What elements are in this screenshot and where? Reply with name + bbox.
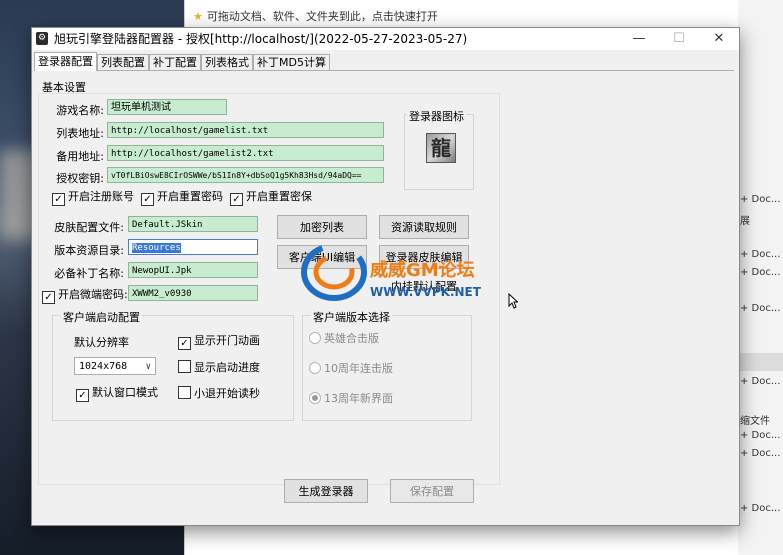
version-option-label: 英雄合击版: [324, 332, 379, 345]
list-item[interactable]: + Doc...: [740, 376, 780, 387]
checkbox-empty-icon: [178, 386, 191, 399]
checkbox-check-icon: ✓: [178, 337, 191, 350]
patch-name-field[interactable]: NewopUI.Jpk: [128, 262, 258, 278]
backup-url-field[interactable]: http://localhost/gamelist2.txt: [107, 145, 384, 161]
quick-open-hint-text: 可拖动文档、软件、文件夹到此，点击快速打开: [206, 10, 438, 23]
show-startup-progress-checkbox[interactable]: 显示启动进度: [178, 360, 260, 375]
list-item: 展: [740, 216, 750, 227]
encrypt-list-button[interactable]: 加密列表: [277, 215, 367, 239]
enable-register-checkbox[interactable]: ✓ 开启注册账号: [52, 190, 134, 206]
radio-icon: [309, 362, 321, 374]
game-name-field[interactable]: 坦玩单机测试: [107, 99, 227, 115]
watermark-forum-name: 威威GM论坛: [370, 260, 475, 281]
list-url-field[interactable]: http://localhost/gamelist.txt: [107, 122, 384, 138]
checkbox-check-icon: ✓: [230, 193, 243, 206]
client-version-title: 客户端版本选择: [311, 309, 392, 325]
list-item[interactable]: + Doc...: [740, 249, 780, 260]
tab-list-format[interactable]: 列表格式: [201, 54, 253, 71]
watermark-url: WWW.VVPK.NET: [370, 285, 481, 299]
enable-register-label: 开启注册账号: [68, 190, 134, 203]
tab-bar: 登录器配置 列表配置 补丁配置 列表格式 补丁MD5计算: [34, 52, 330, 71]
patch-name-label: 必备补丁名称:: [54, 267, 124, 280]
show-startup-progress-label: 显示启动进度: [194, 361, 260, 374]
resource-dir-label: 版本资源目录:: [54, 244, 124, 257]
app-icon: ⚙: [36, 32, 48, 45]
launcher-icon-label: 登录器图标: [407, 108, 466, 124]
list-item[interactable]: + Doc...: [740, 430, 780, 441]
list-item[interactable]: + Doc...: [740, 303, 780, 314]
checkbox-check-icon: ✓: [42, 291, 55, 304]
enable-reset-protect-checkbox[interactable]: ✓ 开启重置密保: [230, 190, 312, 206]
checkbox-check-icon: ✓: [52, 193, 65, 206]
show-open-animation-checkbox[interactable]: ✓ 显示开门动画: [178, 334, 260, 350]
enable-micro-password-checkbox[interactable]: ✓ 开启微端密码:: [42, 288, 128, 304]
resolution-select[interactable]: 1024x768 ∨: [74, 357, 156, 375]
resource-dir-value: Resources: [132, 243, 181, 253]
version-option-hero[interactable]: 英雄合击版: [309, 332, 379, 346]
list-item[interactable]: + Doc...: [740, 194, 780, 205]
quick-open-hint: ★ 可拖动文档、软件、文件夹到此，点击快速打开: [193, 8, 438, 26]
small-exit-countdown-checkbox[interactable]: 小退开始读秒: [178, 386, 260, 401]
resource-read-rule-button[interactable]: 资源读取规则: [379, 215, 469, 239]
checkbox-check-icon: ✓: [76, 389, 89, 402]
skin-config-label: 皮肤配置文件:: [54, 221, 124, 234]
enable-reset-password-label: 开启重置密码: [157, 190, 223, 203]
window-title: 旭玩引擎登陆器配置器 - 授权[http://localhost/](2022-…: [54, 32, 468, 46]
save-config-button[interactable]: 保存配置: [390, 479, 474, 503]
checkbox-check-icon: ✓: [141, 193, 154, 206]
version-option-label: 13周年新界面: [324, 392, 393, 405]
show-open-animation-label: 显示开门动画: [194, 334, 260, 347]
enable-reset-protect-label: 开启重置密保: [246, 190, 312, 203]
version-option-13th[interactable]: 13周年新界面: [309, 392, 393, 406]
launcher-dragon-icon[interactable]: 龍: [426, 133, 456, 163]
version-option-10th[interactable]: 10周年连击版: [309, 362, 393, 376]
generate-launcher-button[interactable]: 生成登录器: [284, 479, 368, 503]
radio-icon: [309, 332, 321, 344]
micro-password-field[interactable]: XWWM2_v0930: [128, 285, 258, 301]
default-window-mode-label: 默认窗口模式: [92, 386, 158, 399]
maximize-button[interactable]: ☐: [659, 28, 699, 50]
title-bar[interactable]: ⚙ 旭玩引擎登陆器配置器 - 授权[http://localhost/](202…: [32, 28, 739, 50]
minimize-button[interactable]: —: [619, 28, 659, 50]
enable-micro-password-label: 开启微端密码:: [58, 288, 128, 301]
skin-config-field[interactable]: Default.JSkin: [128, 216, 258, 232]
list-item: 缩文件: [740, 416, 770, 427]
small-exit-countdown-label: 小退开始读秒: [194, 387, 260, 400]
enable-reset-password-checkbox[interactable]: ✓ 开启重置密码: [141, 190, 223, 206]
background-file-list: + Doc... 展 + Doc... + Doc... + Doc... + …: [738, 0, 783, 555]
version-option-label: 10周年连击版: [324, 362, 393, 375]
chevron-down-icon: ∨: [145, 362, 151, 372]
radio-selected-icon: [309, 392, 321, 404]
tab-patch-md5[interactable]: 补丁MD5计算: [253, 54, 330, 71]
backup-url-label: 备用地址:: [56, 150, 104, 163]
resolution-value: 1024x768: [79, 361, 128, 372]
list-item[interactable]: + Doc...: [740, 503, 780, 514]
game-name-label: 游戏名称:: [56, 104, 104, 117]
tab-launcher-config[interactable]: 登录器配置: [34, 52, 97, 71]
tab-patch-config[interactable]: 补丁配置: [149, 54, 201, 71]
key-field[interactable]: vT0fLBiOswE8CIrOSWWe/bS1In8Y+dbSoQ1g5Kh8…: [107, 167, 384, 183]
resolution-label: 默认分辨率: [74, 336, 129, 349]
list-item[interactable]: + Doc...: [740, 267, 780, 278]
mouse-cursor-icon: [508, 293, 518, 309]
list-url-label: 列表地址:: [56, 127, 104, 140]
default-window-mode-checkbox[interactable]: ✓ 默认窗口模式: [76, 386, 158, 402]
resource-dir-field[interactable]: Resources: [128, 239, 258, 255]
client-launch-title: 客户端启动配置: [61, 309, 142, 325]
key-label: 授权密钥:: [56, 172, 104, 185]
checkbox-empty-icon: [178, 360, 191, 373]
tab-list-config[interactable]: 列表配置: [97, 54, 149, 71]
close-button[interactable]: ✕: [699, 28, 739, 50]
star-icon: ★: [193, 10, 203, 23]
list-item[interactable]: + Doc...: [740, 448, 780, 459]
